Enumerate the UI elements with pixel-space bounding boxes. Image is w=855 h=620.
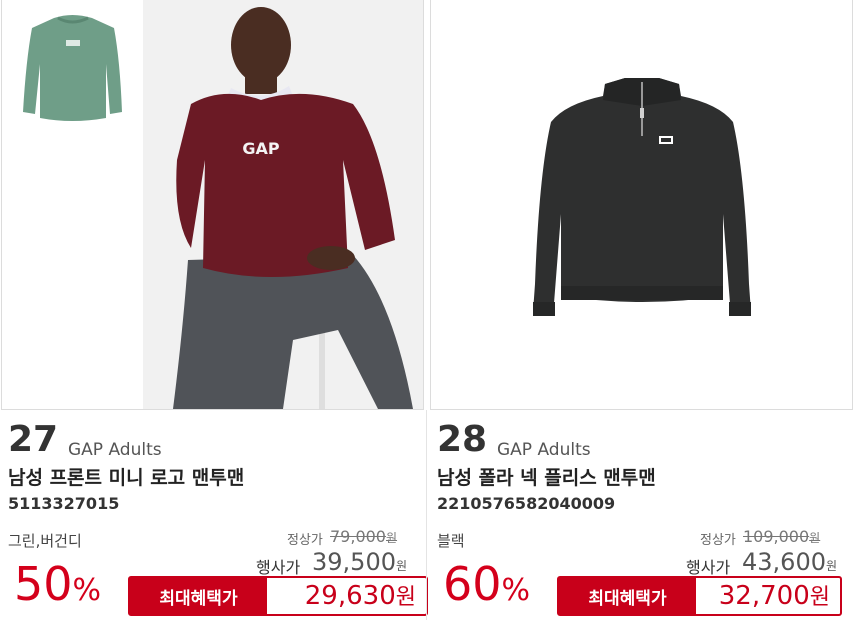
product-code: 2210576582040009 [437, 494, 616, 513]
logo-text: GAP [242, 139, 280, 158]
product-number: 28 [437, 419, 488, 460]
regular-price: 109,000원 [743, 527, 821, 546]
color-options: 블랙 [437, 532, 465, 550]
product-image-area[interactable]: GAP [1, 0, 424, 410]
color-thumbnail-green[interactable] [2, 0, 143, 140]
max-benefit-label: 최대혜택가 [559, 578, 696, 614]
max-benefit-label: 최대혜택가 [130, 578, 267, 614]
product-card-27[interactable]: GAP 27 GAP Adults 남성 프론트 미니 로고 맨투맨 51133… [0, 0, 428, 620]
product-photo[interactable] [519, 64, 765, 334]
discount-rate: 60% [443, 557, 531, 611]
max-benefit-price: 29,630원 [304, 581, 416, 611]
regular-price-label: 정상가 [287, 533, 323, 548]
sale-price: 39,500원 [312, 548, 408, 576]
model-photo[interactable]: GAP [143, 0, 423, 409]
product-number: 27 [8, 419, 59, 460]
regular-price: 79,000원 [330, 527, 398, 546]
sale-price: 43,600원 [742, 548, 838, 576]
max-benefit-price: 32,700원 [718, 581, 830, 611]
card-divider [426, 410, 427, 620]
max-benefit-box[interactable]: 최대혜택가 29,630원 [128, 576, 428, 616]
brand-name[interactable]: GAP Adults [68, 440, 162, 460]
sale-price-label: 행사가 [256, 558, 301, 577]
max-benefit-box[interactable]: 최대혜택가 32,700원 [557, 576, 842, 616]
brand-name[interactable]: GAP Adults [497, 440, 591, 460]
product-image-area[interactable] [430, 0, 853, 410]
product-name[interactable]: 남성 프론트 미니 로고 맨투맨 [8, 466, 244, 490]
sale-price-label: 행사가 [686, 558, 731, 577]
product-name[interactable]: 남성 폴라 넥 플리스 맨투맨 [437, 466, 656, 490]
product-card-28[interactable]: 28 GAP Adults 남성 폴라 넥 플리스 맨투맨 2210576582… [430, 0, 854, 620]
regular-price-label: 정상가 [700, 533, 736, 548]
color-options: 그린,버건디 [8, 532, 82, 550]
product-code: 5113327015 [8, 494, 120, 513]
discount-rate: 50% [14, 557, 102, 611]
